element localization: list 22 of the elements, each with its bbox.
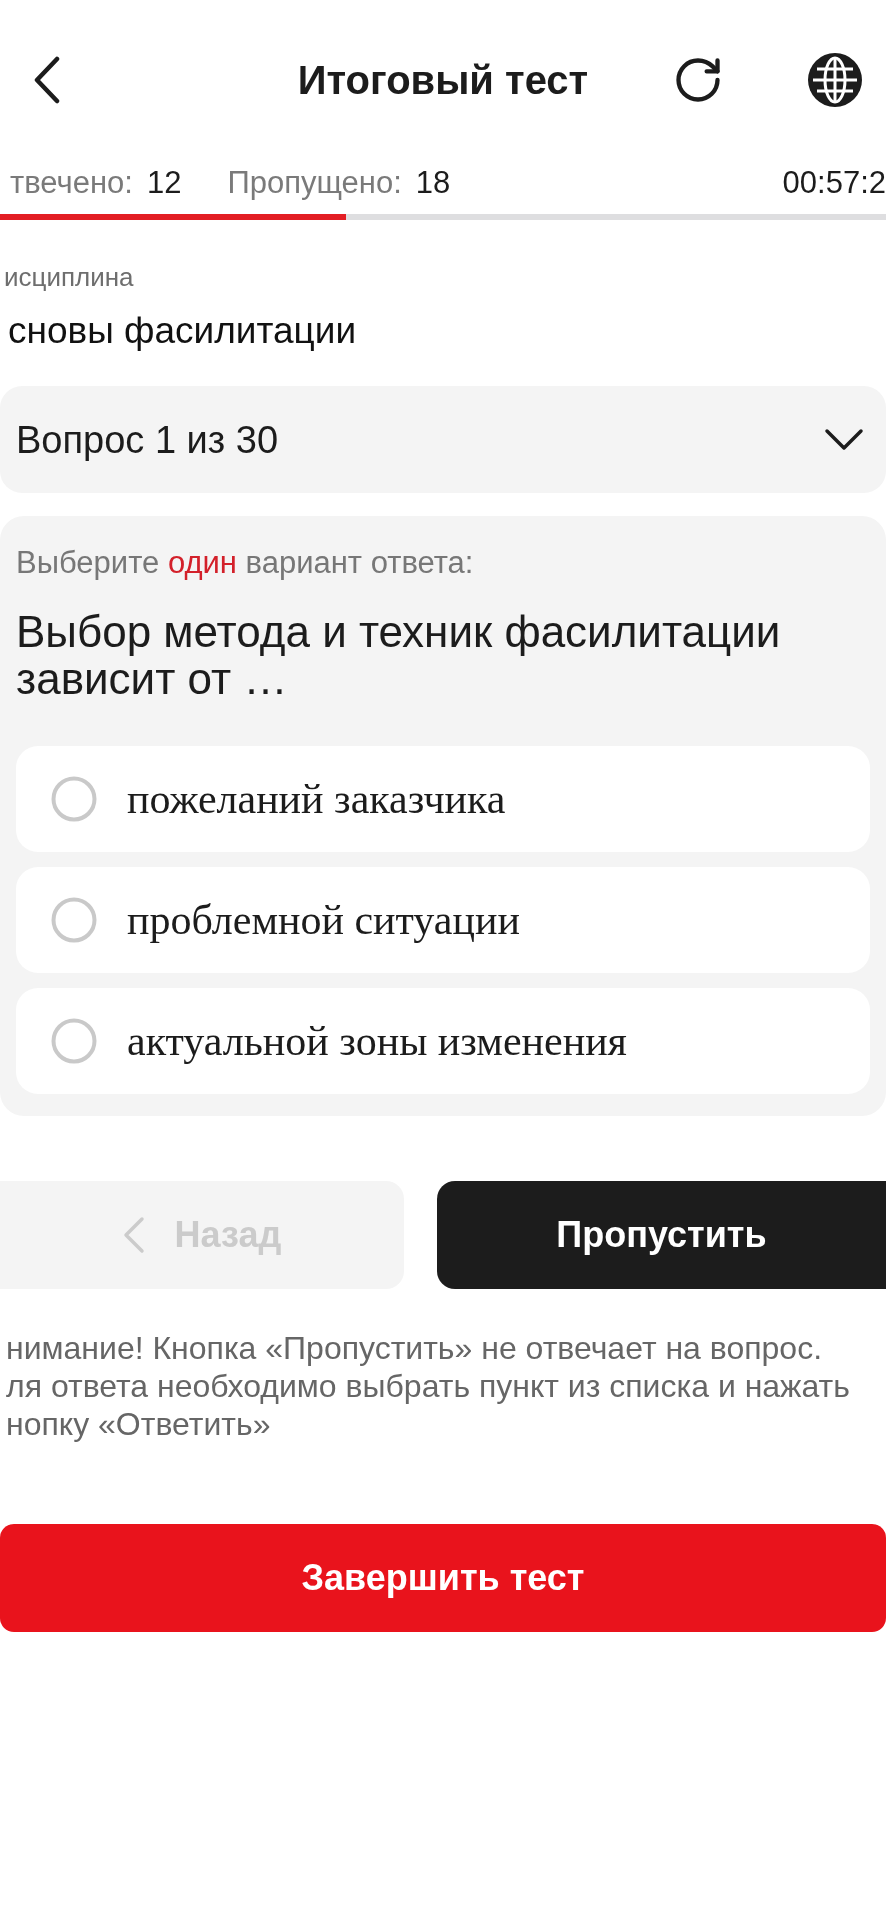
answered-count: 12 — [146, 165, 182, 201]
answer-option[interactable]: пожеланий заказчика — [16, 746, 870, 852]
chevron-down-icon — [824, 427, 864, 452]
instruction-text: Выберите один вариант ответа: — [16, 545, 475, 581]
question-text: Выбор метода и техник фасилитации зависит от … — [16, 608, 782, 702]
page-title: Итоговый тест — [297, 57, 589, 104]
timer: 00:57:2 — [782, 165, 886, 201]
chevron-left-icon — [33, 56, 61, 104]
notice-text: нимание! Кнопка «Пропустить» не отвечает на вопрос. ля ответа необходимо выбрать пункт из списка и нажать нопку «Ответить» — [5, 1329, 851, 1443]
skipped-count: 18 — [415, 165, 451, 201]
globe-icon — [808, 53, 862, 107]
answer-option[interactable]: проблемной ситуации — [16, 867, 870, 973]
language-button[interactable] — [808, 53, 862, 107]
answer-option[interactable]: актуальной зоны изменения — [16, 988, 870, 1094]
chevron-left-icon — [122, 1216, 145, 1254]
discipline-name: сновы фасилитации — [7, 310, 358, 352]
skip-button[interactable]: Пропустить — [437, 1181, 886, 1289]
question-selector[interactable]: Вопрос 1 из 30 — [0, 386, 886, 493]
skipped-label: Пропущено: — [227, 165, 402, 201]
discipline-label: исциплина — [3, 262, 135, 292]
answered-label: твечено: — [10, 165, 133, 201]
finish-test-button[interactable]: Завершить тест — [0, 1524, 886, 1632]
